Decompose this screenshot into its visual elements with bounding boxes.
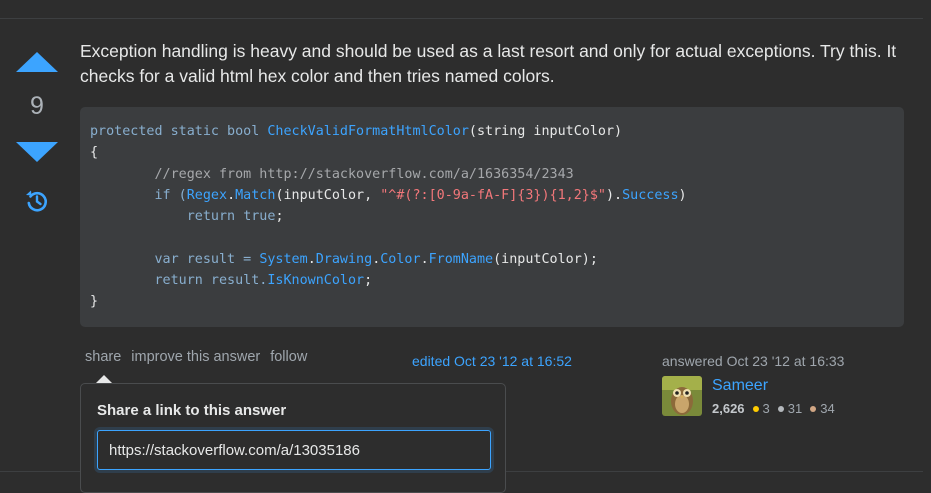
code-token: Regex — [186, 187, 228, 203]
code-token: IsKnownColor — [267, 273, 365, 289]
code-token: protected static bool — [90, 124, 268, 139]
edited-info: edited Oct 23 '12 at 16:52 — [412, 353, 572, 369]
share-popup-title: Share a link to this answer — [97, 402, 287, 419]
code-string: "^#(?:[0-9a-fA-F]{3}){1,2}$" — [380, 187, 606, 203]
bronze-badge-count: 34 — [820, 401, 835, 416]
follow-link[interactable]: follow — [270, 349, 307, 365]
code-token: System — [259, 251, 308, 267]
gold-badge-icon — [752, 406, 759, 413]
share-popup: Share a link to this answer — [80, 383, 506, 493]
code-token: . — [420, 251, 429, 267]
upvote-arrow-icon[interactable] — [16, 52, 58, 72]
code-token: ). — [605, 187, 623, 203]
code-token: FromName — [428, 251, 494, 267]
vote-count: 9 — [30, 92, 44, 120]
code-token: Drawing — [315, 251, 373, 267]
code-token: ) — [678, 187, 687, 203]
code-token: Color — [380, 251, 421, 267]
gold-badge-count: 3 — [762, 401, 770, 416]
code-token: (string inputColor) — [468, 124, 623, 139]
code-comment: //regex from http://stackoverflow.com/a/… — [90, 166, 574, 182]
code-token: return — [90, 209, 244, 225]
code-token: } — [90, 294, 99, 310]
reputation-score: 2,626 — [712, 401, 745, 416]
code-block: protected static bool CheckValidFormatHt… — [80, 107, 904, 327]
edited-link[interactable]: edited Oct 23 '12 at 16:52 — [412, 353, 572, 369]
code-token: return result. — [90, 273, 268, 289]
code-token: { — [90, 145, 99, 161]
user-reputation: 2,626 3 31 34 — [712, 401, 841, 416]
silver-badge-icon — [777, 406, 784, 413]
code-token: . — [307, 251, 316, 267]
code-token: var result = — [90, 251, 260, 267]
code-token: ; — [275, 209, 284, 225]
owl-avatar-image — [662, 376, 702, 416]
code-token: true — [243, 209, 276, 225]
improve-answer-link[interactable]: improve this answer — [131, 349, 260, 365]
code-token: if ( — [90, 187, 187, 203]
answered-timestamp: answered Oct 23 '12 at 16:33 — [662, 353, 845, 369]
avatar[interactable] — [662, 376, 702, 416]
bronze-badge-icon — [810, 406, 817, 413]
code-token: Success — [622, 187, 679, 203]
code-token: ; — [364, 273, 373, 289]
share-link[interactable]: share — [85, 349, 121, 365]
answer-text: Exception handling is heavy and should b… — [80, 41, 897, 86]
code-token: Match — [235, 187, 276, 203]
code-token: CheckValidFormatHtmlColor — [267, 124, 469, 139]
share-url-input[interactable] — [97, 430, 491, 470]
code-token: (inputColor, — [275, 187, 381, 203]
user-name-link[interactable]: Sameer — [712, 377, 768, 395]
top-divider — [0, 18, 923, 19]
code-token: . — [227, 187, 236, 203]
downvote-arrow-icon[interactable] — [16, 142, 58, 162]
post-menu: share improve this answer follow — [85, 349, 317, 365]
silver-badge-count: 31 — [787, 401, 803, 416]
history-icon[interactable] — [24, 188, 50, 214]
code-token: (inputColor); — [493, 251, 598, 267]
